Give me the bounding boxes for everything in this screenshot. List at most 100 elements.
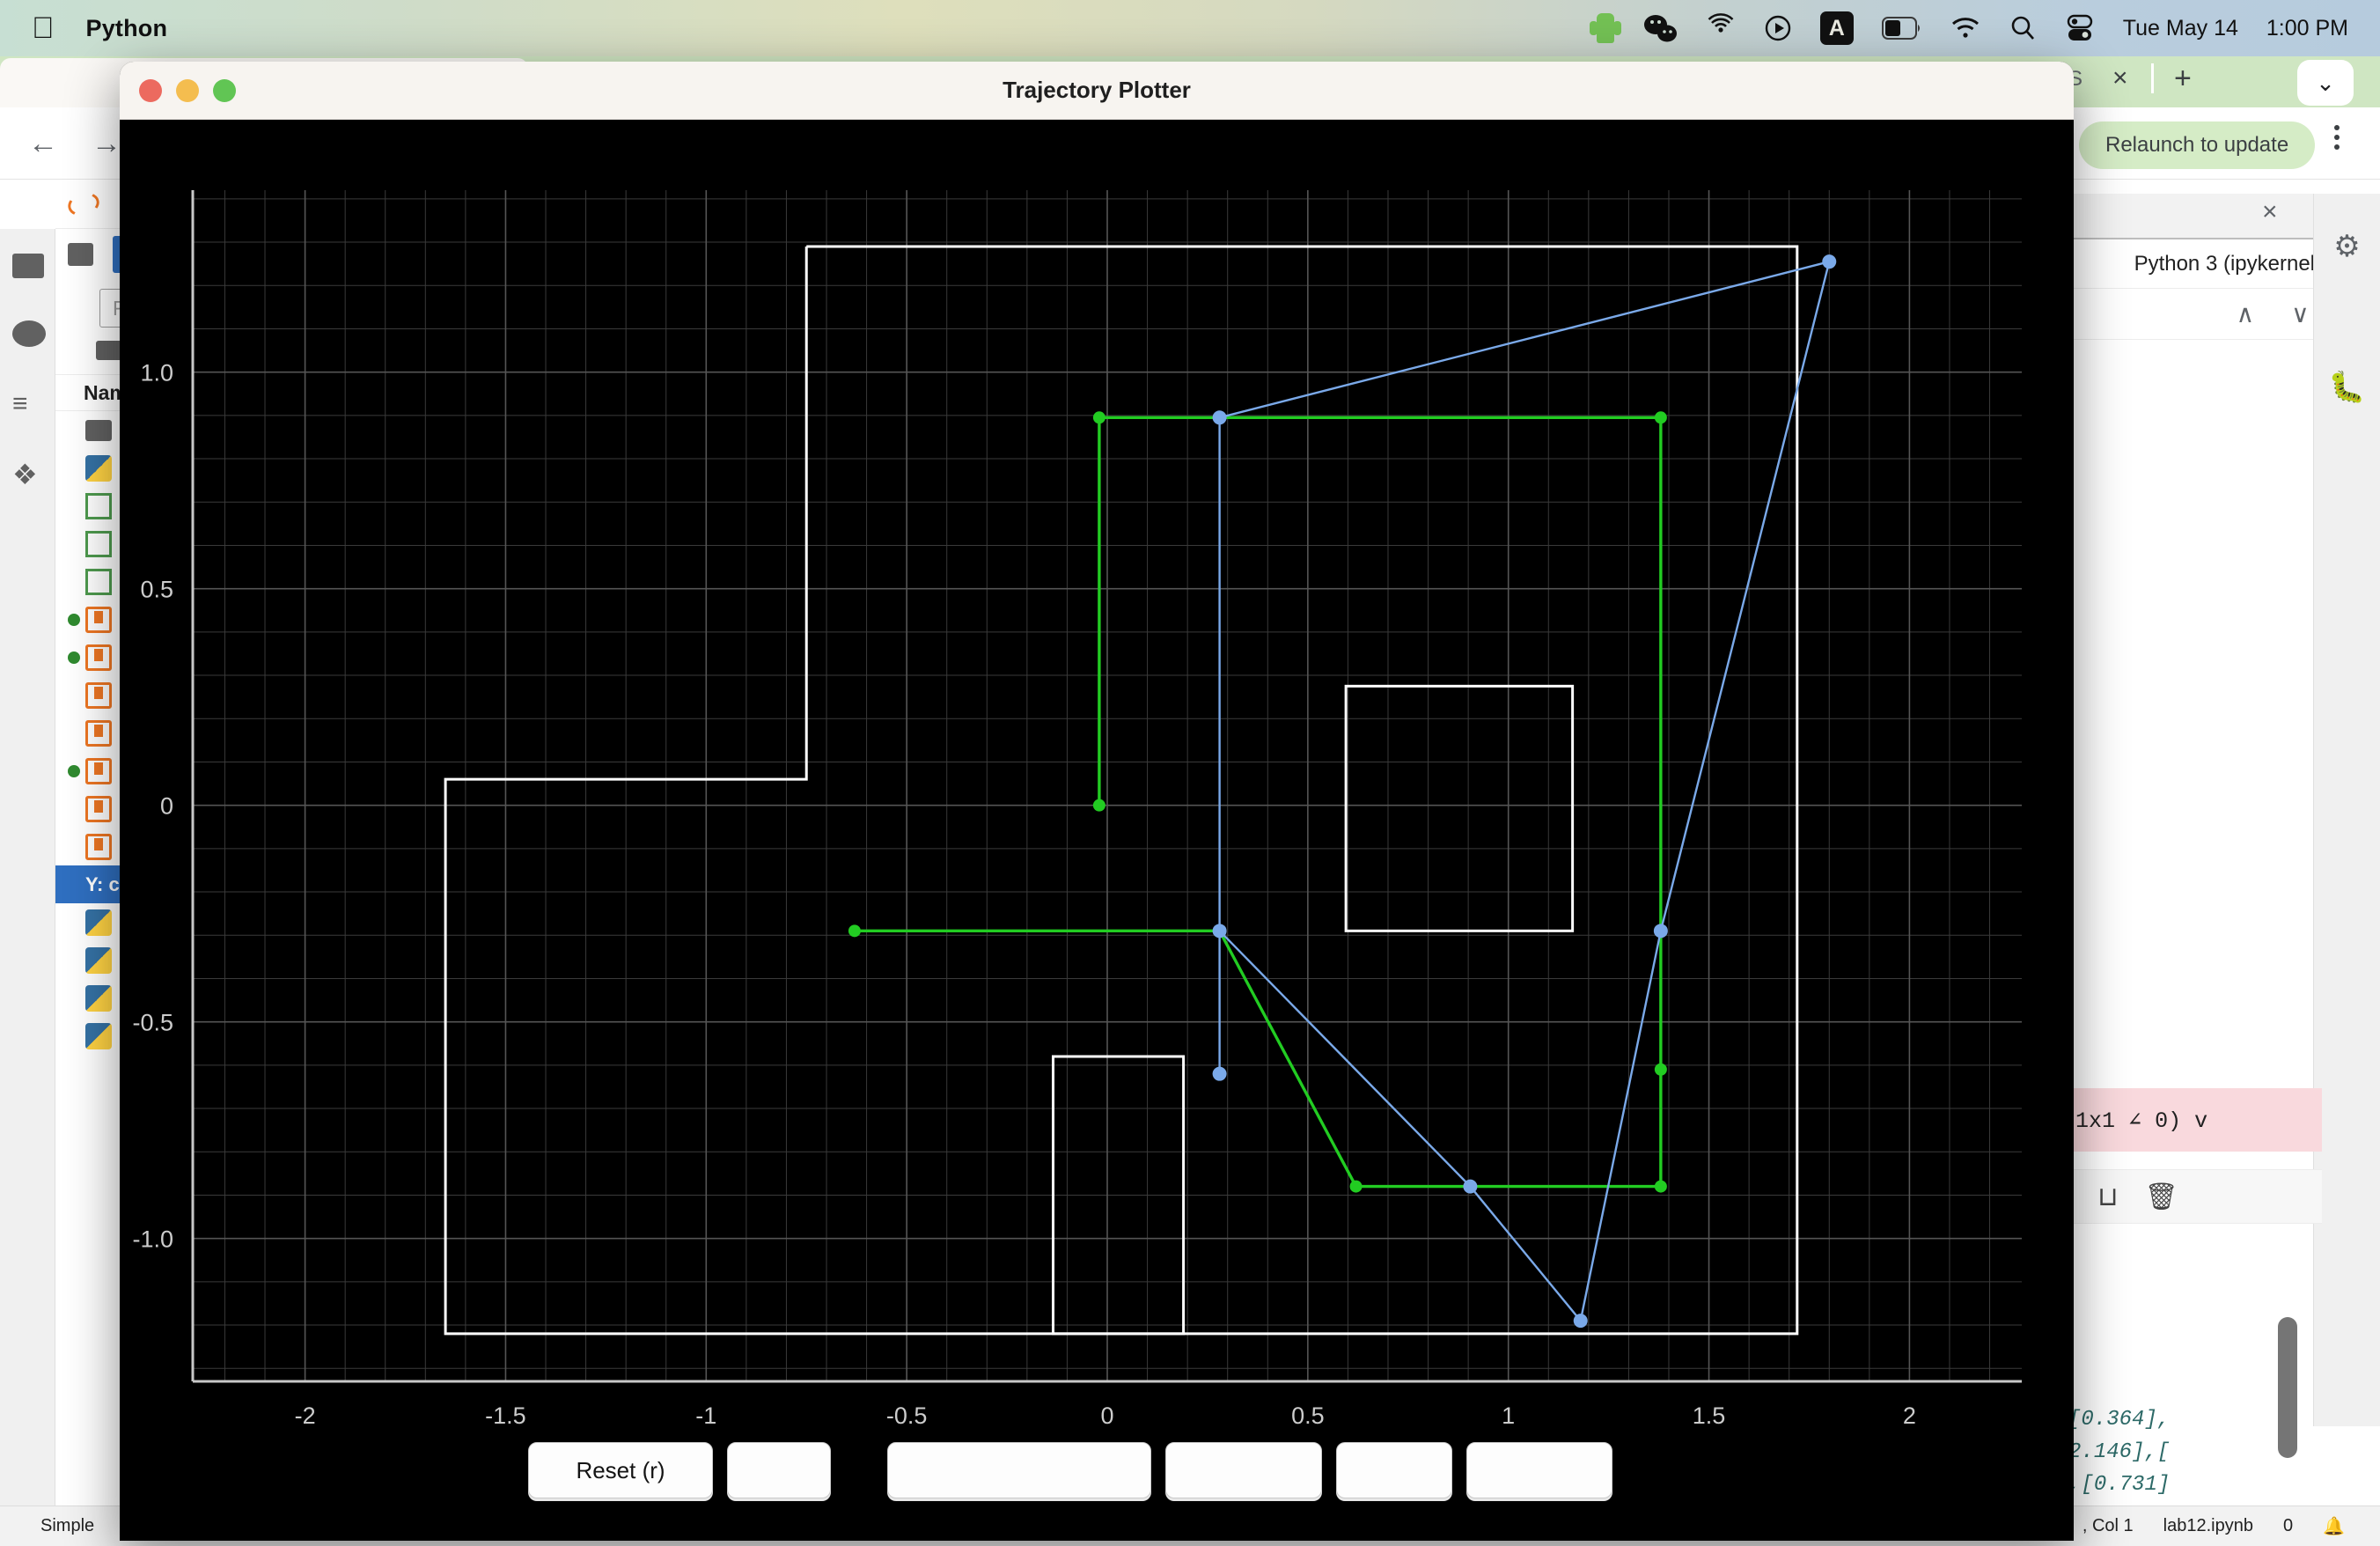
find-next-icon[interactable]: ∨ xyxy=(2291,299,2310,328)
python-icon xyxy=(85,454,112,482)
running-indicator-icon xyxy=(68,613,80,626)
trajectory-plot[interactable]: -2 -1.5 -1 -0.5 0 0.5 1 1.5 2 -1.0 -0.5 0 0.5 1.0 xyxy=(120,120,2074,1541)
green-trajectory-waypoint[interactable] xyxy=(1654,1063,1667,1076)
green-trajectory-waypoint[interactable] xyxy=(1654,1180,1667,1193)
wifi-icon[interactable] xyxy=(1950,11,1980,46)
notebook-icon xyxy=(85,757,112,784)
notebook-icon xyxy=(85,681,112,709)
green-trajectory-waypoint[interactable] xyxy=(1092,799,1106,812)
debugger-icon[interactable]: 🐛 xyxy=(2326,370,2369,405)
plot-button-2[interactable] xyxy=(727,1442,831,1498)
apple-logo-icon[interactable]:  xyxy=(32,13,55,43)
back-icon[interactable]: ← xyxy=(28,127,58,161)
status-filename[interactable]: lab12.ipynb xyxy=(2163,1516,2253,1536)
status-mode[interactable]: Simple xyxy=(40,1516,94,1536)
notebook-icon xyxy=(85,644,112,671)
notebook-icon xyxy=(85,719,112,747)
python-icon xyxy=(85,984,112,1012)
file-browser-icon[interactable] xyxy=(12,254,44,278)
search-icon[interactable] xyxy=(2009,11,2037,46)
x-tick-label: 2 xyxy=(1903,1402,1916,1429)
green-trajectory-waypoint[interactable] xyxy=(848,924,861,938)
blue-trajectory-waypoint[interactable] xyxy=(1212,924,1227,939)
relaunch-to-update-button[interactable]: Relaunch to update xyxy=(2079,121,2316,169)
blue-trajectory-waypoint[interactable] xyxy=(1573,1314,1588,1329)
reset-button[interactable]: Reset (r) xyxy=(528,1442,713,1498)
jupyter-left-rail: ≡ ❖ xyxy=(0,229,55,1506)
jupyter-right-rail: ⚙ 🐛 xyxy=(2313,194,2380,1426)
blue-trajectory-waypoint[interactable] xyxy=(1822,254,1837,269)
active-app-name[interactable]: Python xyxy=(86,15,168,42)
forward-icon[interactable]: → xyxy=(92,127,121,161)
vertical-scrollbar[interactable] xyxy=(2278,1317,2297,1458)
battery-icon[interactable] xyxy=(1881,11,1922,46)
y-tick-label: -1.0 xyxy=(132,1226,173,1253)
plot-button-3[interactable] xyxy=(887,1442,1151,1498)
tab-divider xyxy=(2151,63,2154,93)
python-icon xyxy=(85,946,112,974)
kernel-name[interactable]: Python 3 (ipykernel) xyxy=(2134,252,2322,276)
window-titlebar: Trajectory Plotter xyxy=(120,62,2074,120)
property-inspector-icon[interactable]: ⚙ xyxy=(2326,229,2369,264)
list-item-label: Y: c xyxy=(85,872,120,895)
close-icon[interactable]: × xyxy=(2112,63,2128,93)
extensions-icon[interactable]: ❖ xyxy=(12,458,38,491)
plot-button-4[interactable] xyxy=(1165,1442,1322,1498)
running-indicator-icon xyxy=(68,651,80,664)
folder-icon xyxy=(68,243,93,266)
jupyter-logo-icon xyxy=(65,188,102,219)
airplay-icon[interactable] xyxy=(1706,11,1736,46)
blue-trajectory-waypoint[interactable] xyxy=(1653,924,1668,939)
insert-below-icon[interactable]: ⊔ xyxy=(2097,1182,2118,1212)
csv-icon xyxy=(85,492,112,519)
button-label: Reset (r) xyxy=(576,1456,665,1483)
find-prev-icon[interactable]: ∧ xyxy=(2237,299,2255,328)
blue-trajectory-waypoint[interactable] xyxy=(1212,410,1227,425)
y-tick-label: 0.5 xyxy=(140,577,173,603)
menubar-date[interactable]: Tue May 14 xyxy=(2123,16,2238,41)
x-tick-label: 0 xyxy=(1100,1402,1113,1429)
menubar-time[interactable]: 1:00 PM xyxy=(2266,16,2348,41)
wechat-icon[interactable] xyxy=(1642,11,1678,46)
delete-icon[interactable]: 🗑 xyxy=(2145,1182,2178,1212)
csv-icon xyxy=(85,530,112,557)
keyboard-input-icon[interactable]: A xyxy=(1819,11,1854,46)
green-trajectory-waypoint[interactable] xyxy=(1349,1180,1363,1193)
y-tick-label: -0.5 xyxy=(132,1010,173,1036)
chrome-menu-icon[interactable] xyxy=(2334,125,2340,150)
android-icon[interactable] xyxy=(1589,11,1621,46)
notification-bell-icon[interactable]: 🔔 xyxy=(2323,1515,2345,1537)
macos-menu-bar:  Python A xyxy=(0,0,2380,56)
plot-button-6[interactable] xyxy=(1466,1442,1612,1498)
commands-icon[interactable]: ≡ xyxy=(12,389,28,419)
chevron-down-icon[interactable]: ⌄ xyxy=(2297,60,2354,106)
plot-canvas[interactable]: -2 -1.5 -1 -0.5 0 0.5 1 1.5 2 -1.0 -0.5 0 0.5 1.0 Res… xyxy=(120,120,2074,1541)
new-tab-icon[interactable]: + xyxy=(2174,62,2192,96)
plot-button-5[interactable] xyxy=(1336,1442,1452,1498)
center-box xyxy=(1344,684,1575,932)
blue-trajectory-path xyxy=(1218,260,1831,1323)
control-center-icon[interactable] xyxy=(2065,11,2095,46)
y-tick-label: 1.0 xyxy=(140,360,173,386)
plot-button-row: Reset (r) xyxy=(120,1442,2074,1504)
blue-trajectory-waypoint[interactable] xyxy=(1212,1066,1227,1081)
blue-trajectory-waypoint[interactable] xyxy=(1463,1179,1478,1194)
close-icon[interactable]: × xyxy=(2262,197,2278,227)
csv-icon xyxy=(85,568,112,595)
notebook-icon xyxy=(85,606,112,633)
running-sessions-icon[interactable] xyxy=(12,320,46,347)
status-count: 0 xyxy=(2282,1516,2294,1535)
green-trajectory-waypoint[interactable] xyxy=(1092,411,1106,424)
green-trajectory-waypoint[interactable] xyxy=(1654,411,1667,424)
x-tick-label: 0.5 xyxy=(1291,1402,1325,1429)
trajectory-plotter-window: Trajectory Plotter -2 -1.5 -1 -0.5 0 0.5 1 1.5 2… xyxy=(120,62,2074,1541)
x-tick-label: -2 xyxy=(295,1402,316,1429)
play-icon[interactable] xyxy=(1764,11,1792,46)
